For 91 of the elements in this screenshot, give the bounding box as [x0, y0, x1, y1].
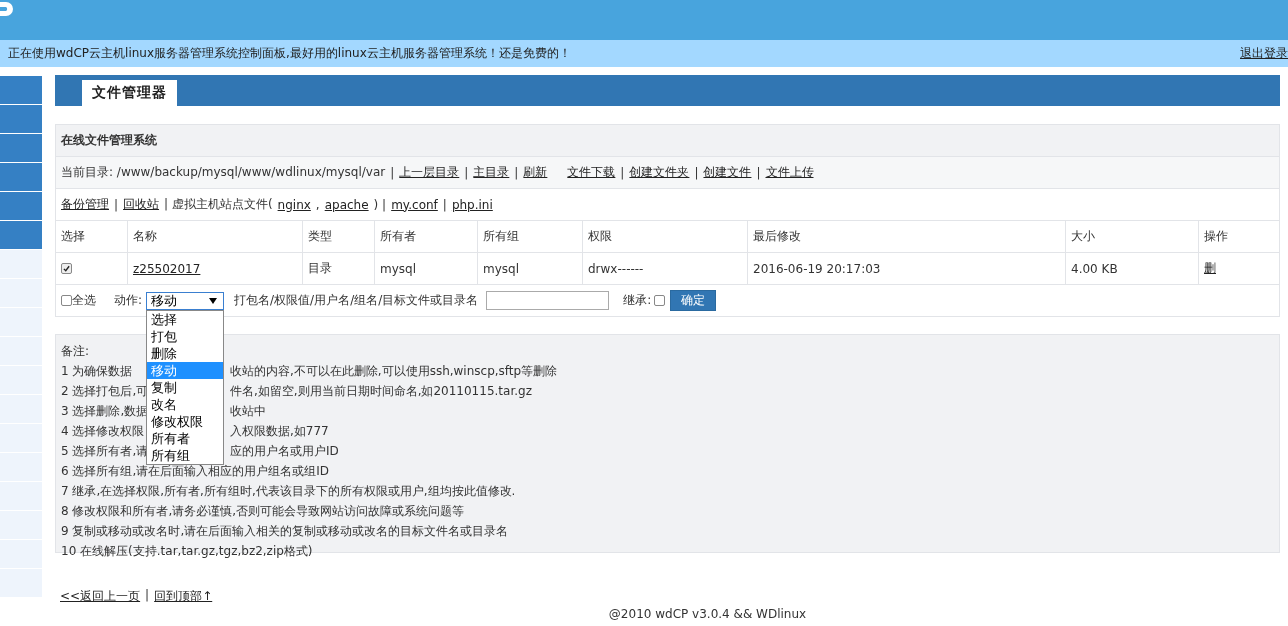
dropdown-option[interactable]: 改名: [147, 395, 224, 413]
dropdown-option[interactable]: 复制: [147, 378, 224, 396]
nav-link[interactable]: nginx: [277, 197, 311, 212]
target-input[interactable]: [486, 291, 610, 310]
toolbar-link[interactable]: 上一层目录: [399, 164, 460, 181]
target-label: 打包名/权限值/用户名/组名/目标文件或目录名: [234, 292, 479, 309]
table-cell: mysql: [483, 261, 519, 276]
table-cell: 目录: [308, 260, 332, 277]
separator: |: [464, 165, 469, 180]
nav-link[interactable]: php.ini: [451, 197, 493, 212]
sidebar-tab[interactable]: [0, 250, 42, 278]
column-header: 大小: [1066, 221, 1199, 252]
select-all-label: 全选: [72, 292, 96, 309]
note-text: 入权限数据,如777: [230, 422, 329, 440]
note-text: 9 复制或移动或改名时,请在后面输入相关的复制或移动或改名的目标文件名或目录名: [61, 522, 509, 540]
sidebar-tab[interactable]: [0, 192, 42, 220]
separator-text: | 虚拟主机站点文件(: [164, 196, 273, 213]
notice-text: 正在使用wdCP云主机linux服务器管理系统控制面板,最好用的linux云主机服务器管理系统！还是免费的！: [8, 45, 571, 62]
dropdown-option[interactable]: 所有者: [147, 429, 224, 447]
table-cell: drwx------: [588, 261, 644, 276]
dropdown-option[interactable]: 选择: [147, 310, 224, 328]
copyright-text: @2010 wdCP v3.0.4 && WDlinux: [608, 607, 807, 621]
sidebar-tab[interactable]: [0, 134, 42, 162]
toolbar-link[interactable]: 创建文件夹: [629, 164, 690, 181]
nav-link[interactable]: 回收站: [123, 196, 160, 213]
note-text: 应的用户名或用户ID: [230, 442, 339, 460]
separator-text: ,: [315, 197, 320, 212]
column-header: 选择: [56, 221, 128, 252]
checkbox[interactable]: [61, 295, 72, 306]
table-cell: 2016-06-19 20:17:03: [753, 261, 881, 276]
notes-title: 备注:: [61, 342, 90, 360]
note-text: 收站中: [230, 402, 266, 420]
table-cell: 4.00 KB: [1071, 261, 1118, 276]
separator: |: [514, 165, 519, 180]
logout-link[interactable]: 退出登录: [1240, 45, 1288, 62]
note-text: 7 继承,在选择权限,所有者,所有组时,代表该目录下的所有权限或用户,组均按此值修改.: [61, 482, 516, 500]
action-label: 动作:: [114, 292, 143, 309]
note-text: 收站的内容,不可以在此删除,可以使用ssh,winscp,sftp等删除: [230, 362, 558, 380]
toolbar-link[interactable]: 刷新: [523, 164, 548, 181]
column-header: 权限: [583, 221, 748, 252]
action-select[interactable]: 移动: [146, 291, 225, 310]
toolbar-link[interactable]: 主目录: [473, 164, 510, 181]
top-link[interactable]: 回到顶部↑: [154, 588, 213, 605]
separator-text: ) |: [373, 197, 387, 212]
separator-text: |: [442, 197, 447, 212]
column-header: 所有者: [375, 221, 478, 252]
note-text: 2 选择打包后,可: [61, 382, 149, 400]
panel-title: 在线文件管理系统: [61, 132, 157, 149]
toolbar-link[interactable]: 文件上传: [765, 164, 814, 181]
column-header: 最后修改: [748, 221, 1066, 252]
separator: |: [145, 588, 150, 604]
checkbox[interactable]: [654, 295, 666, 306]
dropdown-option[interactable]: 删除: [147, 344, 224, 362]
file-link[interactable]: z25502017: [133, 261, 201, 276]
separator: |: [390, 165, 395, 180]
nav-link[interactable]: apache: [324, 197, 369, 212]
separator: |: [620, 165, 625, 180]
separator-text: |: [114, 197, 119, 212]
sidebar-tab[interactable]: [0, 163, 42, 191]
note-text: 件名,如留空,则用当前日期时间命名,如20110115.tar.gz: [230, 382, 532, 400]
note-text: 1 为确保数据: [61, 362, 133, 380]
separator: |: [756, 165, 761, 180]
note-text: 5 选择所有者,请: [61, 442, 149, 460]
note-text: 6 选择所有组,请在后面输入相应的用户组名或组ID: [61, 462, 330, 480]
nav-link[interactable]: 备份管理: [61, 196, 109, 213]
note-text: 4 选择修改权限: [61, 422, 145, 440]
tab[interactable]: 文件管理器: [82, 80, 177, 106]
nav-link[interactable]: my.conf: [391, 197, 438, 212]
column-header: 类型: [303, 221, 375, 252]
dropdown-option[interactable]: 修改权限: [147, 412, 224, 430]
dropdown-option[interactable]: 所有组: [147, 446, 224, 464]
delete-link[interactable]: 删: [1204, 260, 1216, 277]
sidebar-tab[interactable]: [0, 221, 42, 249]
sidebar-tab[interactable]: [0, 105, 42, 133]
column-header: 名称: [128, 221, 303, 252]
inherit-label: 继承:: [623, 292, 652, 309]
column-header: 所有组: [478, 221, 583, 252]
dropdown-option[interactable]: 打包: [147, 327, 224, 345]
column-header: 操作: [1203, 228, 1229, 245]
sidebar-tab[interactable]: [0, 76, 42, 104]
toolbar-link[interactable]: 文件下载: [567, 164, 616, 181]
confirm-button[interactable]: 确定: [670, 290, 717, 311]
note-text: 10 在线解压(支持.tar,tar.gz,tgz,bz2,zip格式): [61, 542, 313, 560]
caret-icon: [209, 297, 218, 304]
current-path: 当前目录: /www/backup/mysql/www/wdlinux/mysql/var: [61, 164, 386, 181]
separator: |: [694, 165, 699, 180]
table-cell: mysql: [380, 261, 416, 276]
toolbar-link[interactable]: 创建文件: [703, 164, 752, 181]
note-text: 8 修改权限和所有者,请务必谨慎,否则可能会导致网站访问故障或系统问题等: [61, 502, 465, 520]
checkbox[interactable]: [61, 263, 72, 274]
back-link[interactable]: <<返回上一页: [60, 588, 141, 605]
